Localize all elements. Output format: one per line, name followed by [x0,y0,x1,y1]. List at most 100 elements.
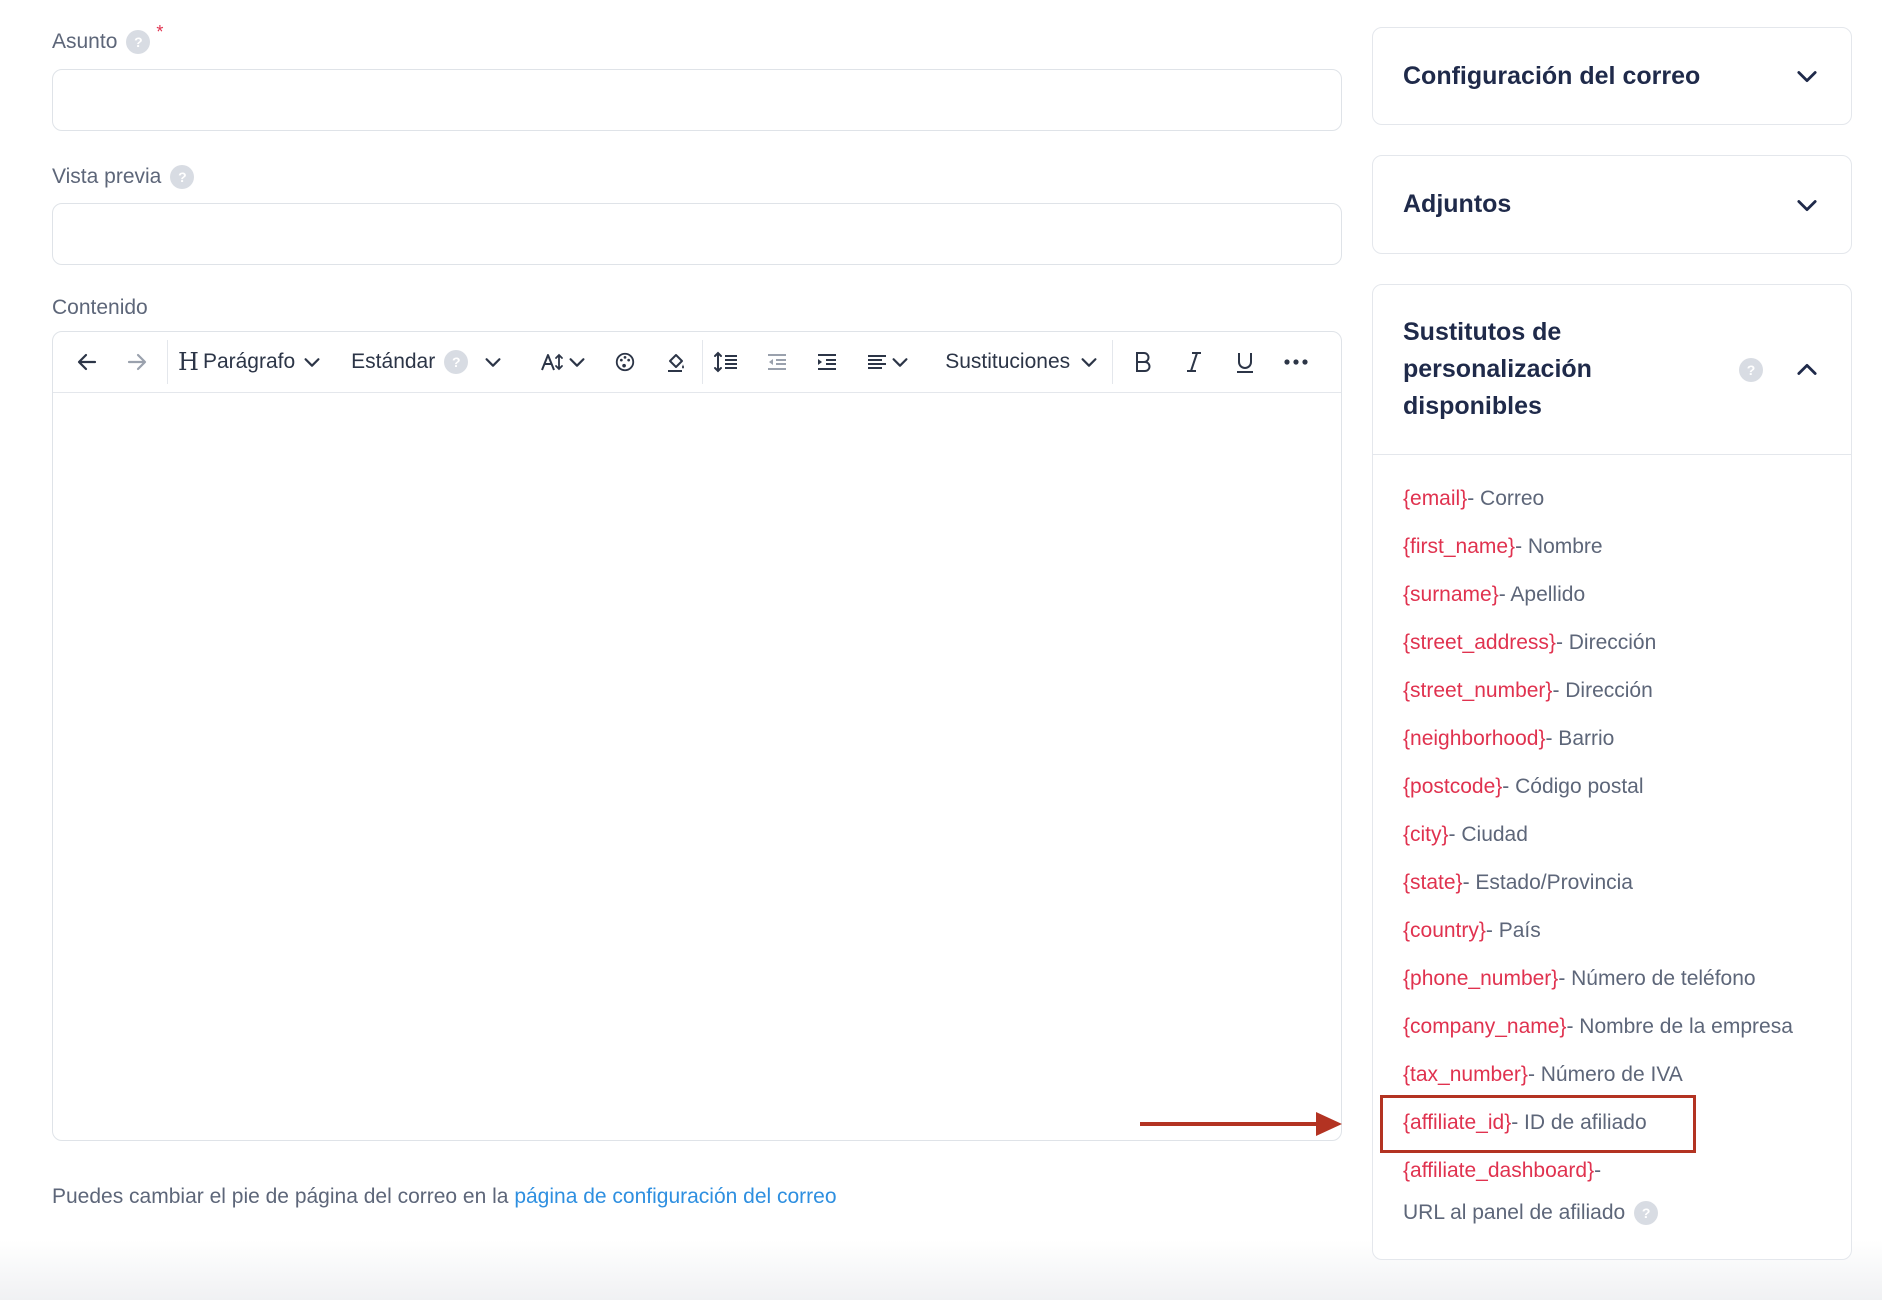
substitute-token[interactable]: {city} [1403,823,1449,847]
substitute-item: {state} - Estado/Provincia [1403,859,1821,907]
substitute-token[interactable]: {postcode} [1403,775,1502,799]
substitute-token[interactable]: {affiliate_dashboard} [1403,1159,1594,1183]
substitutes-help-icon[interactable]: ? [1739,357,1763,382]
subject-input[interactable] [52,69,1342,131]
substitute-token[interactable]: {street_address} [1403,631,1556,655]
indent-icon[interactable] [815,342,839,382]
chevron-down-icon [569,358,585,367]
substitute-description: URL al panel de afiliado [1403,1201,1626,1224]
editor-toolbar: H Parágrafo Estándar ? Sustituciones [53,332,1341,393]
align-dropdown[interactable] [865,342,911,382]
substitute-item: {street_number} - Dirección [1403,667,1821,715]
chevron-down-icon [1797,199,1817,211]
substitute-description: - Estado/Provincia [1462,871,1633,894]
substitute-description: - Apellido [1498,583,1586,606]
substitute-description: - Dirección [1552,679,1653,702]
chevron-down-icon [304,358,320,367]
editor-content-area[interactable] [53,393,1341,1140]
annotation-highlight-box [1380,1095,1696,1153]
substitute-item: {surname} - Apellido [1403,571,1821,619]
substitutes-title-line: personalización [1403,355,1592,383]
substitute-description: - Número de teléfono [1558,967,1756,990]
chevron-down-icon [1797,71,1817,83]
substitute-item: {affiliate_dashboard} - [1403,1147,1821,1195]
substitute-description: - País [1485,919,1541,942]
annotation-arrow-icon [1140,1112,1342,1136]
substitute-item: {first_name} - Nombre [1403,523,1821,571]
substitute-item: {postcode} - Código postal [1403,763,1821,811]
substitute-description: - Ciudad [1448,823,1528,846]
font-size-icon [541,353,564,371]
preview-help-icon[interactable]: ? [170,165,195,189]
toolbar-divider [1112,340,1114,384]
substitutes-header-controls: ? [1730,356,1821,384]
heading-icon: H [178,348,199,376]
redo-icon[interactable] [117,342,157,382]
line-height-icon[interactable] [713,342,739,382]
attachments-card: Adjuntos [1372,155,1852,254]
preview-label: Vista previa ? [52,165,195,189]
subject-help-icon[interactable]: ? [126,30,151,54]
preview-input[interactable] [52,203,1342,265]
substitute-item: {neighborhood} - Barrio [1403,715,1821,763]
substitute-token[interactable]: {neighborhood} [1403,727,1545,751]
text-color-icon[interactable] [614,342,636,382]
substitute-description: - Número de IVA [1527,1063,1683,1086]
substitute-item: {street_address} - Dirección [1403,619,1821,667]
substitute-item-continuation: URL al panel de afiliado ? [1403,1195,1821,1231]
substitutes-title-line: disponibles [1403,392,1542,420]
more-options-icon[interactable] [1276,342,1316,382]
substitute-token[interactable]: {email} [1403,487,1467,511]
substitute-token[interactable]: {tax_number} [1403,1063,1528,1087]
substitute-item: {tax_number} - Número de IVA [1403,1051,1821,1099]
substitute-item: {city} - Ciudad [1403,811,1821,859]
footer-note-text: Puedes cambiar el pie de página del corr… [52,1185,515,1208]
substitute-item: {email} - Correo [1403,475,1821,523]
substitute-item: {company_name} - Nombre de la empresa [1403,1003,1821,1051]
substitute-token[interactable]: {phone_number} [1403,967,1558,991]
substitute-token[interactable]: {first_name} [1403,535,1515,559]
substitute-description: - Correo [1467,487,1545,510]
substitute-description: - Dirección [1555,631,1657,654]
outdent-icon[interactable] [765,342,789,382]
footer-note: Puedes cambiar el pie de página del corr… [52,1185,837,1209]
substitute-token[interactable]: {country} [1403,919,1486,943]
italic-icon[interactable] [1174,342,1214,382]
substitute-token[interactable]: {street_number} [1403,679,1552,703]
substitute-description: - [1594,1159,1602,1182]
subject-label: Asunto ? * [52,22,163,54]
substitute-description: - Nombre de la empresa [1566,1015,1793,1038]
paragraph-format-dropdown[interactable]: H Parágrafo [178,342,323,382]
attachments-header[interactable]: Adjuntos [1373,156,1851,253]
font-size-dropdown[interactable] [540,342,588,382]
affiliate-dashboard-help-icon[interactable]: ? [1634,1201,1659,1225]
font-standard-dropdown[interactable]: Estándar ? [351,342,504,382]
substitute-token[interactable]: {surname} [1403,583,1499,607]
chevron-down-icon [892,358,908,367]
background-color-icon[interactable] [664,342,688,382]
substitutes-title: Sustitutos de personalización disponible… [1403,314,1592,425]
font-help-icon: ? [444,350,469,374]
preview-label-text: Vista previa [52,165,162,188]
chevron-down-icon [1081,358,1097,367]
bold-icon[interactable] [1123,342,1163,382]
attachments-title: Adjuntos [1403,190,1512,218]
substitute-description: - Nombre [1515,535,1603,558]
email-settings-link[interactable]: página de configuración del correo [514,1185,836,1208]
substitute-token[interactable]: {state} [1403,871,1463,895]
substitutes-header[interactable]: Sustitutos de personalización disponible… [1373,285,1851,455]
undo-icon[interactable] [67,342,107,382]
paragraph-format-label: Parágrafo [202,350,296,373]
substitute-description: - Barrio [1545,727,1615,750]
font-standard-label: Estándar [351,350,436,373]
substitute-item: {phone_number} - Número de teléfono [1403,955,1821,1003]
email-config-title: Configuración del correo [1403,61,1701,90]
rich-text-editor: H Parágrafo Estándar ? Sustituciones [52,331,1342,1141]
align-left-icon [868,355,887,369]
underline-icon[interactable] [1225,342,1265,382]
chevron-up-icon [1797,363,1817,375]
email-config-header[interactable]: Configuración del correo [1373,28,1851,124]
substitute-token[interactable]: {company_name} [1403,1015,1566,1039]
chevron-down-icon [485,358,501,367]
substitutions-dropdown[interactable]: Sustituciones [945,342,1100,382]
